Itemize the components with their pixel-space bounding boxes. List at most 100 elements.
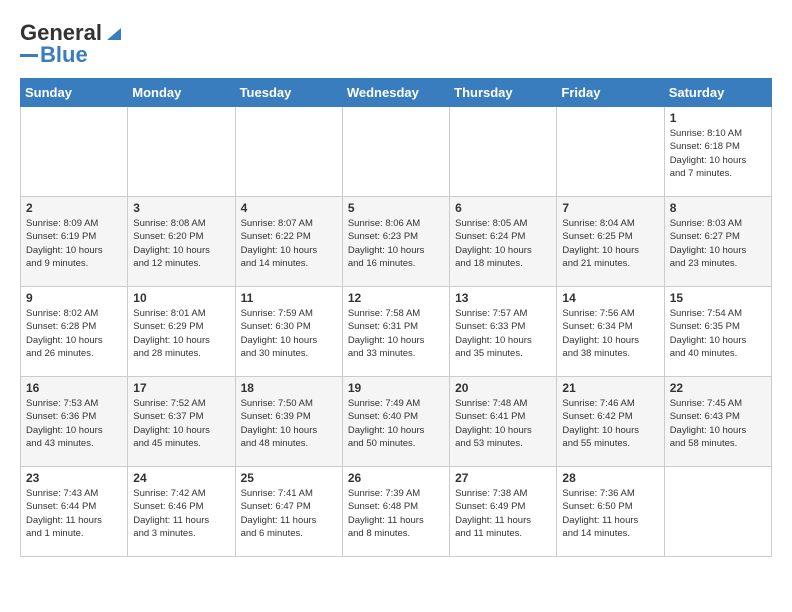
day-number: 28 [562,471,658,485]
calendar-cell: 8 Sunrise: 8:03 AM Sunset: 6:27 PM Daylig… [664,197,771,287]
calendar-cell: 22 Sunrise: 7:45 AM Sunset: 6:43 PM Dayli… [664,377,771,467]
day-number: 10 [133,291,229,305]
cell-info: Sunrise: 7:46 AM Sunset: 6:42 PM Dayligh… [562,397,658,450]
day-number: 4 [241,201,337,215]
cell-info: Sunrise: 7:56 AM Sunset: 6:34 PM Dayligh… [562,307,658,360]
calendar-cell: 16 Sunrise: 7:53 AM Sunset: 6:36 PM Dayli… [21,377,128,467]
col-header-thursday: Thursday [450,79,557,107]
calendar-cell: 24 Sunrise: 7:42 AM Sunset: 6:46 PM Dayli… [128,467,235,557]
day-number: 1 [670,111,766,125]
day-number: 19 [348,381,444,395]
calendar-cell: 5 Sunrise: 8:06 AM Sunset: 6:23 PM Daylig… [342,197,449,287]
cell-info: Sunrise: 8:07 AM Sunset: 6:22 PM Dayligh… [241,217,337,270]
day-number: 20 [455,381,551,395]
calendar-cell [664,467,771,557]
calendar-cell: 4 Sunrise: 8:07 AM Sunset: 6:22 PM Daylig… [235,197,342,287]
day-number: 16 [26,381,122,395]
day-number: 2 [26,201,122,215]
day-number: 18 [241,381,337,395]
day-number: 14 [562,291,658,305]
cell-info: Sunrise: 8:09 AM Sunset: 6:19 PM Dayligh… [26,217,122,270]
day-number: 13 [455,291,551,305]
calendar-cell: 27 Sunrise: 7:38 AM Sunset: 6:49 PM Dayli… [450,467,557,557]
calendar-cell: 13 Sunrise: 7:57 AM Sunset: 6:33 PM Dayli… [450,287,557,377]
day-number: 24 [133,471,229,485]
cell-info: Sunrise: 8:06 AM Sunset: 6:23 PM Dayligh… [348,217,444,270]
day-number: 26 [348,471,444,485]
calendar-cell: 6Sunrise: 8:05 AM Sunset: 6:24 PM Daylig… [450,197,557,287]
cell-info: Sunrise: 8:08 AM Sunset: 6:20 PM Dayligh… [133,217,229,270]
day-number: 6 [455,201,551,215]
calendar-cell: 12 Sunrise: 7:58 AM Sunset: 6:31 PM Dayli… [342,287,449,377]
week-row-5: 23 Sunrise: 7:43 AM Sunset: 6:44 PM Dayli… [21,467,772,557]
week-row-2: 2 Sunrise: 8:09 AM Sunset: 6:19 PM Daylig… [21,197,772,287]
col-header-sunday: Sunday [21,79,128,107]
cell-info: Sunrise: 7:42 AM Sunset: 6:46 PM Dayligh… [133,487,229,540]
page-header: General Blue [20,20,772,68]
calendar-cell: 11 Sunrise: 7:59 AM Sunset: 6:30 PM Dayli… [235,287,342,377]
calendar-table: SundayMondayTuesdayWednesdayThursdayFrid… [20,78,772,557]
calendar-cell [235,107,342,197]
col-header-wednesday: Wednesday [342,79,449,107]
cell-info: Sunrise: 7:52 AM Sunset: 6:37 PM Dayligh… [133,397,229,450]
day-number: 9 [26,291,122,305]
cell-info: Sunrise: 7:58 AM Sunset: 6:31 PM Dayligh… [348,307,444,360]
cell-info: Sunrise: 7:53 AM Sunset: 6:36 PM Dayligh… [26,397,122,450]
calendar-cell: 1 Sunrise: 8:10 AM Sunset: 6:18 PM Daylig… [664,107,771,197]
day-number: 25 [241,471,337,485]
cell-info: Sunrise: 8:01 AM Sunset: 6:29 PM Dayligh… [133,307,229,360]
day-number: 12 [348,291,444,305]
day-number: 5 [348,201,444,215]
calendar-cell [342,107,449,197]
calendar-cell: 9 Sunrise: 8:02 AM Sunset: 6:28 PM Daylig… [21,287,128,377]
day-number: 17 [133,381,229,395]
day-number: 21 [562,381,658,395]
cell-info: Sunrise: 8:02 AM Sunset: 6:28 PM Dayligh… [26,307,122,360]
day-number: 15 [670,291,766,305]
calendar-cell: 23 Sunrise: 7:43 AM Sunset: 6:44 PM Dayli… [21,467,128,557]
week-row-4: 16 Sunrise: 7:53 AM Sunset: 6:36 PM Dayli… [21,377,772,467]
col-header-monday: Monday [128,79,235,107]
cell-info: Sunrise: 7:43 AM Sunset: 6:44 PM Dayligh… [26,487,122,540]
calendar-cell: 15Sunrise: 7:54 AM Sunset: 6:35 PM Dayli… [664,287,771,377]
logo-blue: Blue [40,42,88,68]
cell-info: Sunrise: 7:39 AM Sunset: 6:48 PM Dayligh… [348,487,444,540]
week-row-1: 1 Sunrise: 8:10 AM Sunset: 6:18 PM Daylig… [21,107,772,197]
calendar-cell [21,107,128,197]
calendar-cell: 19 Sunrise: 7:49 AM Sunset: 6:40 PM Dayli… [342,377,449,467]
calendar-cell [128,107,235,197]
cell-info: Sunrise: 7:59 AM Sunset: 6:30 PM Dayligh… [241,307,337,360]
calendar-cell: 26 Sunrise: 7:39 AM Sunset: 6:48 PM Dayli… [342,467,449,557]
cell-info: Sunrise: 7:48 AM Sunset: 6:41 PM Dayligh… [455,397,551,450]
day-number: 8 [670,201,766,215]
calendar-cell: 25Sunrise: 7:41 AM Sunset: 6:47 PM Dayli… [235,467,342,557]
calendar-cell: 21 Sunrise: 7:46 AM Sunset: 6:42 PM Dayli… [557,377,664,467]
calendar-cell: 2 Sunrise: 8:09 AM Sunset: 6:19 PM Daylig… [21,197,128,287]
calendar-cell: 28 Sunrise: 7:36 AM Sunset: 6:50 PM Dayli… [557,467,664,557]
calendar-cell: 20 Sunrise: 7:48 AM Sunset: 6:41 PM Dayli… [450,377,557,467]
cell-info: Sunrise: 7:50 AM Sunset: 6:39 PM Dayligh… [241,397,337,450]
calendar-cell: 17 Sunrise: 7:52 AM Sunset: 6:37 PM Dayli… [128,377,235,467]
cell-info: Sunrise: 7:38 AM Sunset: 6:49 PM Dayligh… [455,487,551,540]
calendar-cell [450,107,557,197]
cell-info: Sunrise: 7:49 AM Sunset: 6:40 PM Dayligh… [348,397,444,450]
day-number: 3 [133,201,229,215]
cell-info: Sunrise: 7:36 AM Sunset: 6:50 PM Dayligh… [562,487,658,540]
cell-info: Sunrise: 8:04 AM Sunset: 6:25 PM Dayligh… [562,217,658,270]
header-row: SundayMondayTuesdayWednesdayThursdayFrid… [21,79,772,107]
day-number: 23 [26,471,122,485]
cell-info: Sunrise: 7:45 AM Sunset: 6:43 PM Dayligh… [670,397,766,450]
cell-info: Sunrise: 7:57 AM Sunset: 6:33 PM Dayligh… [455,307,551,360]
calendar-cell: 10 Sunrise: 8:01 AM Sunset: 6:29 PM Dayli… [128,287,235,377]
logo-line-left [20,54,38,57]
calendar-cell: 7Sunrise: 8:04 AM Sunset: 6:25 PM Daylig… [557,197,664,287]
col-header-tuesday: Tuesday [235,79,342,107]
day-number: 22 [670,381,766,395]
day-number: 27 [455,471,551,485]
logo-icon [103,22,125,44]
day-number: 11 [241,291,337,305]
calendar-cell: 18 Sunrise: 7:50 AM Sunset: 6:39 PM Dayli… [235,377,342,467]
calendar-cell [557,107,664,197]
cell-info: Sunrise: 8:03 AM Sunset: 6:27 PM Dayligh… [670,217,766,270]
cell-info: Sunrise: 8:10 AM Sunset: 6:18 PM Dayligh… [670,127,766,180]
